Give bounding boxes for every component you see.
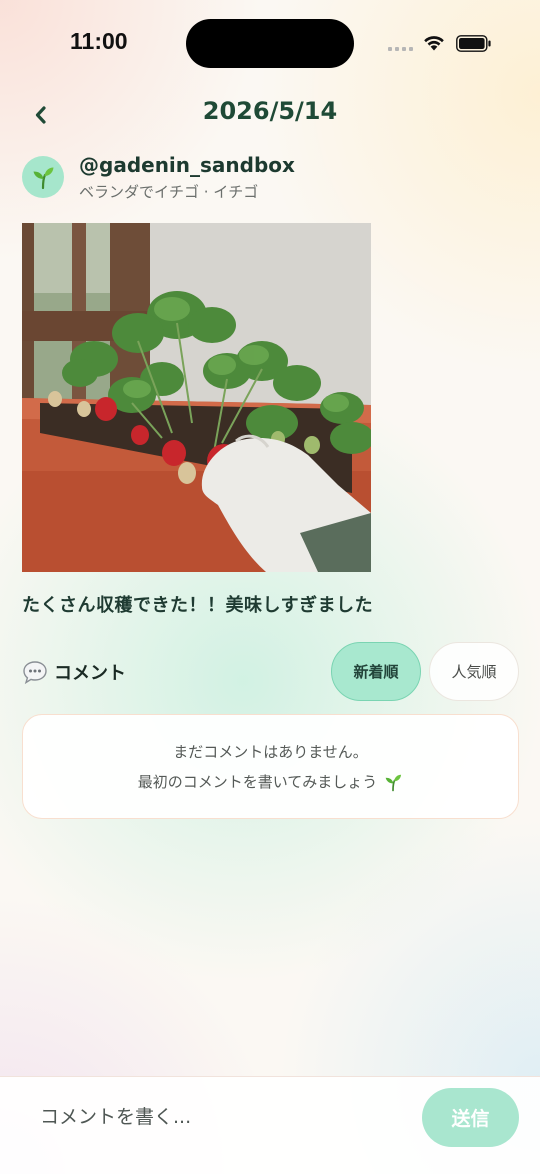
status-time: 11:00 — [70, 28, 128, 54]
post-username[interactable]: @gadenin_sandbox — [79, 153, 295, 177]
wifi-icon — [424, 36, 444, 51]
empty-comments-line1: まだコメントはありません。 — [173, 741, 368, 762]
empty-comments-text2: 最初のコメントを書いてみましょう — [137, 773, 378, 791]
status-bar: 11:00 — [0, 0, 540, 90]
dynamic-island — [186, 19, 354, 68]
comments-heading-label: コメント — [54, 663, 126, 684]
page-title: 2026/5/14 — [202, 97, 338, 125]
post-caption: たくさん収穫できた！！美味しすぎました — [22, 595, 374, 616]
empty-comments-text1: まだコメントはありません。 — [173, 743, 368, 761]
send-button[interactable]: 送信 — [422, 1088, 519, 1147]
empty-comments-line2: 最初のコメントを書いてみましょう — [138, 771, 404, 792]
cellular-signal-icon — [388, 47, 413, 51]
seedling-icon — [33, 167, 54, 190]
sort-popular-button[interactable]: 人気順 — [429, 642, 519, 701]
seedling-icon — [385, 774, 402, 791]
comment-input[interactable] — [22, 1091, 412, 1143]
post-plant-label: ベランダでイチゴ · イチゴ — [79, 183, 259, 201]
avatar[interactable] — [22, 156, 64, 198]
speech-bubble-icon — [23, 661, 47, 685]
post-photo[interactable] — [22, 223, 371, 572]
empty-comments-card: まだコメントはありません。 最初のコメントを書いてみましょう — [22, 714, 519, 819]
comments-heading: コメント — [22, 657, 126, 687]
strawberry-planter-photo — [22, 223, 371, 572]
battery-icon — [456, 35, 491, 52]
sort-newest-button[interactable]: 新着順 — [331, 642, 421, 701]
